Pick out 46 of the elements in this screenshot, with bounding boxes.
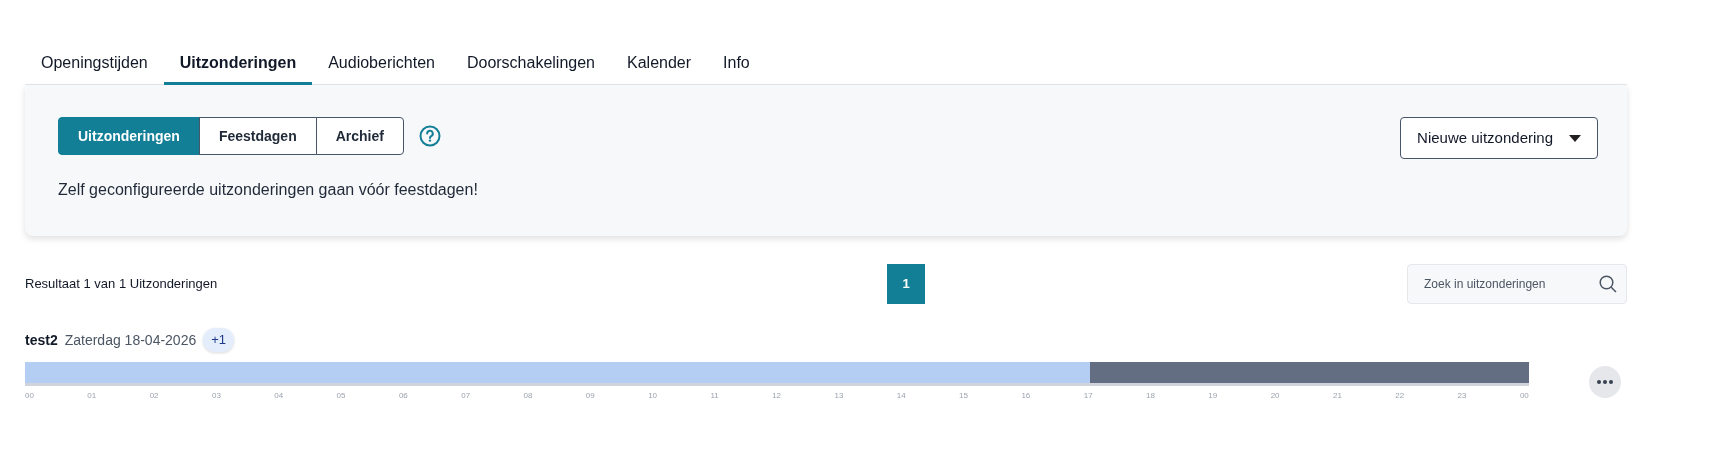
exception-date: Zaterdag 18-04-2026 [64, 330, 197, 350]
tab[interactable]: Doorschakelingen [450, 44, 611, 85]
hour-label: 22 [1395, 390, 1405, 402]
hour-label: 09 [585, 390, 595, 402]
hour-label: 08 [523, 390, 533, 402]
new-exception-dropdown[interactable]: Nieuwe uitzondering [1400, 117, 1598, 159]
hour-label: 05 [336, 390, 346, 402]
more-icon [1597, 380, 1613, 384]
hour-label: 14 [896, 390, 906, 402]
hour-label: 04 [274, 390, 284, 402]
count-badge: +1 [203, 328, 235, 352]
caret-icon [1569, 134, 1581, 142]
hour-label: 01 [87, 390, 97, 402]
hour-label: 15 [959, 390, 968, 402]
segment-button[interactable]: Uitzonderingen [58, 117, 200, 155]
hour-label: 13 [834, 390, 844, 402]
hour-label: 03 [211, 390, 221, 402]
hour-label: 10 [648, 390, 658, 402]
hour-label: 00 [1519, 390, 1529, 402]
tab[interactable]: Kalender [611, 44, 708, 85]
hour-label: 11 [710, 390, 719, 402]
tab[interactable]: Info [707, 44, 766, 85]
search-field[interactable]: Zoek in uitzonderingen [1407, 264, 1627, 304]
help-icon[interactable] [418, 125, 441, 147]
notice-text: Zelf geconfigureerde uitzonderingen gaan vóór feestdagen! [58, 180, 479, 200]
hour-label: 19 [1208, 390, 1218, 402]
hour-label: 20 [1270, 390, 1280, 402]
exception-name: test2 [25, 330, 58, 350]
more-button[interactable] [1589, 366, 1621, 398]
hour-label: 21 [1332, 390, 1342, 402]
result-count: Resultaat 1 van 1 Uitzonderingen [25, 275, 219, 294]
tab[interactable]: Openingstijden [25, 44, 164, 85]
segment-button[interactable]: Feestdagen [198, 117, 317, 155]
hour-label: 18 [1146, 390, 1155, 402]
hour-label: 16 [1021, 390, 1031, 402]
segment-button[interactable]: Archief [315, 117, 404, 155]
hour-label: 17 [1083, 390, 1093, 402]
tab[interactable]: Audioberichten [312, 44, 451, 85]
search-icon [1599, 275, 1617, 293]
hour-label: 07 [461, 390, 471, 402]
hour-label: 06 [398, 390, 408, 402]
hour-label: 02 [149, 390, 159, 402]
hour-label: 23 [1457, 390, 1467, 402]
hour-label: 12 [772, 390, 782, 402]
page-button[interactable]: 1 [887, 264, 925, 304]
hour-label: 00 [25, 390, 34, 402]
